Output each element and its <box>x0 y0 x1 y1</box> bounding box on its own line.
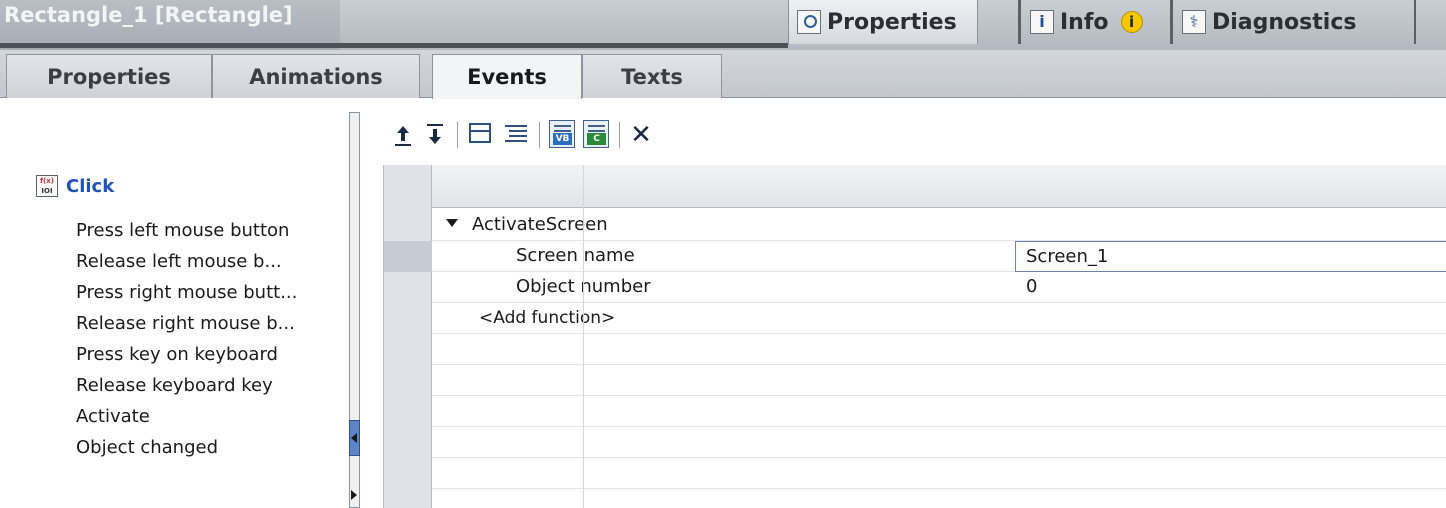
table-row <box>432 334 1446 365</box>
table-row <box>432 365 1446 396</box>
event-item[interactable]: Object changed <box>0 432 218 463</box>
grid-header <box>432 165 1446 208</box>
info-icon: i <box>1030 10 1054 34</box>
event-item[interactable]: Press left mouse button <box>0 215 289 246</box>
tab-separator <box>1414 0 1416 44</box>
toolbar-separator <box>539 122 540 148</box>
table-row <box>432 427 1446 458</box>
inspector-tab-properties-label: Properties <box>827 9 957 35</box>
event-item[interactable]: Release left mouse b... <box>0 246 282 277</box>
scroll-left-arrow-icon <box>351 433 357 443</box>
row-index-column <box>383 165 432 508</box>
parameter-value: Screen_1 <box>1026 246 1109 267</box>
parameter-name: Screen name <box>516 245 635 266</box>
vb-script-icon[interactable]: VB <box>549 120 575 148</box>
inspector-tab-diagnostics[interactable]: ⚕ Diagnostics <box>1176 0 1411 44</box>
add-function-link[interactable]: <Add function> <box>479 303 615 333</box>
diagnostics-icon: ⚕ <box>1182 10 1206 34</box>
function-list-grid: ActivateScreen Screen name Screen_1 Obje… <box>383 165 1446 508</box>
event-item[interactable]: Release keyboard key <box>0 370 273 401</box>
move-down-icon[interactable] <box>421 120 449 150</box>
tab-events[interactable]: Events <box>432 54 582 99</box>
info-badge-icon: i <box>1120 11 1143 33</box>
event-item-click[interactable]: Click <box>36 171 114 202</box>
function-name: ActivateScreen <box>472 214 608 235</box>
tab-properties[interactable]: Properties <box>6 54 212 98</box>
inspector-tab-info-label: Info <box>1060 9 1109 35</box>
collapse-arrow-icon[interactable] <box>446 219 458 227</box>
function-row[interactable]: ActivateScreen <box>432 210 1446 241</box>
tab-animations[interactable]: Animations <box>212 54 420 98</box>
toolbar-separator <box>457 122 458 148</box>
event-item[interactable]: Press key on keyboard <box>0 339 278 370</box>
inspector-tab-properties[interactable]: Properties <box>788 0 978 44</box>
inspector-tab-info[interactable]: i Info i <box>1024 0 1180 44</box>
selected-row-marker <box>383 241 432 272</box>
collapse-icon[interactable] <box>467 120 495 148</box>
add-function-row[interactable]: <Add function> <box>432 303 1446 334</box>
delete-icon[interactable]: ✕ <box>627 120 655 150</box>
table-row <box>432 458 1446 489</box>
events-toolbar: VB C ✕ <box>383 112 1446 158</box>
c-script-icon[interactable]: C <box>583 120 609 148</box>
tab-separator <box>1170 0 1173 44</box>
parameter-value-input[interactable]: Screen_1 <box>1015 241 1446 272</box>
properties-icon <box>797 10 821 34</box>
column-divider <box>583 165 584 508</box>
tab-separator <box>1018 0 1021 44</box>
event-item[interactable]: Release right mouse b... <box>0 308 295 339</box>
title-underline <box>0 43 788 48</box>
tab-texts[interactable]: Texts <box>582 54 722 98</box>
table-row <box>432 396 1446 427</box>
vb-label: VB <box>553 133 572 145</box>
inspector-tab-diagnostics-label: Diagnostics <box>1212 9 1357 35</box>
parameter-row[interactable]: Screen name Screen_1 <box>432 241 1446 272</box>
c-label: C <box>587 133 606 145</box>
toolbar-separator <box>619 122 620 148</box>
expand-icon[interactable] <box>501 120 529 148</box>
event-item[interactable]: Press right mouse butt... <box>0 277 297 308</box>
parameter-value: 0 <box>1026 276 1038 297</box>
move-up-icon[interactable] <box>389 120 417 150</box>
scroll-right-arrow-icon[interactable] <box>351 490 357 500</box>
section-tab-row: Properties Animations Events Texts <box>0 50 1446 99</box>
grid-left-border <box>383 165 384 508</box>
parameter-row[interactable]: Object number 0 <box>432 272 1446 303</box>
event-item[interactable]: Activate <box>0 401 150 432</box>
inspector-title-bar: Rectangle_1 [Rectangle] Properties i Inf… <box>0 0 1446 50</box>
